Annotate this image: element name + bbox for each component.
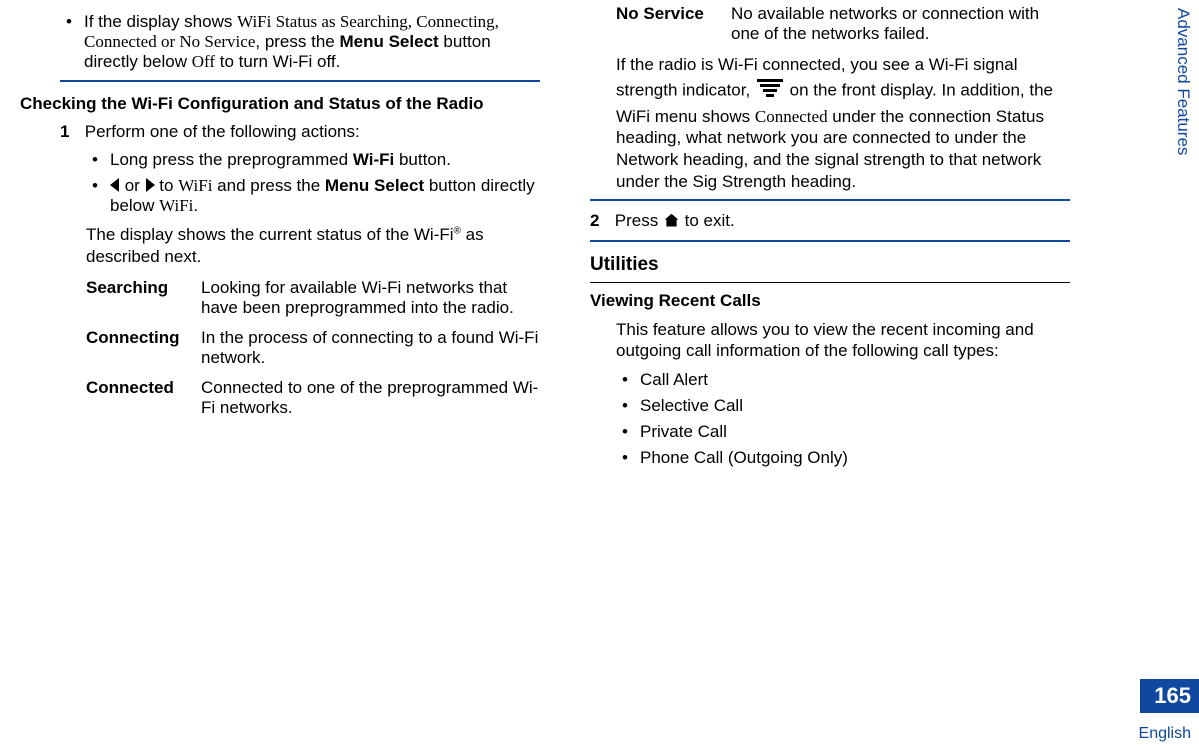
text: to turn Wi-Fi off. xyxy=(215,52,340,71)
registered-mark: ® xyxy=(454,225,461,236)
status-row-no-service: No Service No available networks or conn… xyxy=(616,4,1070,44)
page: Advanced Features 165 English If the dis… xyxy=(0,0,1199,749)
step-text: Perform one of the following actions: xyxy=(85,122,360,141)
text: . xyxy=(193,196,198,215)
utilities-heading: Utilities xyxy=(590,254,1070,276)
status-term: Connected xyxy=(86,378,201,398)
text-serif: Off xyxy=(192,52,215,71)
status-row-searching: Searching Looking for available Wi-Fi ne… xyxy=(86,278,540,318)
status-term: No Service xyxy=(616,4,731,24)
status-table-cont: No Service No available networks or conn… xyxy=(616,4,1070,44)
status-table: Searching Looking for available Wi-Fi ne… xyxy=(86,278,540,418)
recent-calls-para: This feature allows you to view the rece… xyxy=(616,319,1070,363)
text-serif: WiFi xyxy=(178,176,212,195)
steps-list: 1 Perform one of the following actions: … xyxy=(60,122,540,418)
step-2: 2 Press to exit. xyxy=(616,211,1070,234)
sub-bullet-1: Long press the preprogrammed Wi-Fi butto… xyxy=(110,150,540,170)
arrow-right-icon xyxy=(146,178,155,192)
text: The display shows the current status of … xyxy=(86,225,454,244)
status-term: Connecting xyxy=(86,328,201,348)
steps-list-2: 2 Press to exit. xyxy=(590,211,1070,234)
left-column: If the display shows WiFi Status as Sear… xyxy=(60,4,540,476)
wifi-signal-icon xyxy=(755,76,785,106)
text: or xyxy=(120,176,145,195)
status-row-connecting: Connecting In the process of connecting … xyxy=(86,328,540,368)
status-desc: Connected to one of the preprogrammed Wi… xyxy=(201,378,540,418)
text-bold: Wi-Fi xyxy=(353,150,394,169)
step1-para: The display shows the current status of … xyxy=(86,224,540,268)
section-heading: Checking the Wi-Fi Configuration and Sta… xyxy=(20,94,540,114)
text: If the display shows xyxy=(84,12,237,31)
status-row-connected: Connected Connected to one of the prepro… xyxy=(86,378,540,418)
step-number: 1 xyxy=(60,122,80,142)
text-bold: Menu Select xyxy=(339,32,438,51)
status-desc: No available networks or connection with… xyxy=(731,4,1070,44)
step-1: 1 Perform one of the following actions: … xyxy=(86,122,540,418)
step1-sub-bullets: Long press the preprogrammed Wi-Fi butto… xyxy=(86,150,540,216)
call-types-list: Call Alert Selective Call Private Call P… xyxy=(616,370,1070,468)
top-bullet-list: If the display shows WiFi Status as Sear… xyxy=(60,12,540,72)
text: to exit. xyxy=(685,211,735,230)
right-column: No Service No available networks or conn… xyxy=(590,4,1070,476)
arrow-left-icon xyxy=(110,178,119,192)
divider xyxy=(60,80,540,82)
step-number: 2 xyxy=(590,211,610,231)
call-type-item: Call Alert xyxy=(640,370,1070,390)
wifi-connected-para: If the radio is Wi-Fi connected, you see… xyxy=(616,54,1070,193)
sub-bullet-2: or to WiFi and press the Menu Select but… xyxy=(110,176,540,216)
text: Press xyxy=(615,211,663,230)
text-serif: WiFi xyxy=(159,196,193,215)
call-type-item: Selective Call xyxy=(640,396,1070,416)
status-desc: In the process of connecting to a found … xyxy=(201,328,540,368)
text: Long press the preprogrammed xyxy=(110,150,353,169)
text-bold: Menu Select xyxy=(325,176,424,195)
top-bullet-item: If the display shows WiFi Status as Sear… xyxy=(84,12,540,72)
text: button. xyxy=(394,150,451,169)
side-tab-label: Advanced Features xyxy=(1173,8,1193,155)
divider xyxy=(590,199,1070,201)
call-type-item: Phone Call (Outgoing Only) xyxy=(640,448,1070,468)
recent-calls-heading: Viewing Recent Calls xyxy=(590,291,1070,311)
text: , press the xyxy=(255,32,339,51)
text: to xyxy=(155,176,179,195)
page-number: 165 xyxy=(1140,679,1199,713)
home-icon xyxy=(663,212,680,234)
call-type-item: Private Call xyxy=(640,422,1070,442)
text: and press the xyxy=(212,176,324,195)
status-term: Searching xyxy=(86,278,201,298)
status-desc: Looking for available Wi-Fi networks tha… xyxy=(201,278,540,318)
content-columns: If the display shows WiFi Status as Sear… xyxy=(60,4,1159,476)
divider xyxy=(590,240,1070,242)
language-label: English xyxy=(1139,725,1191,743)
heading-rule xyxy=(590,282,1070,283)
text-serif: Connected xyxy=(755,107,828,126)
